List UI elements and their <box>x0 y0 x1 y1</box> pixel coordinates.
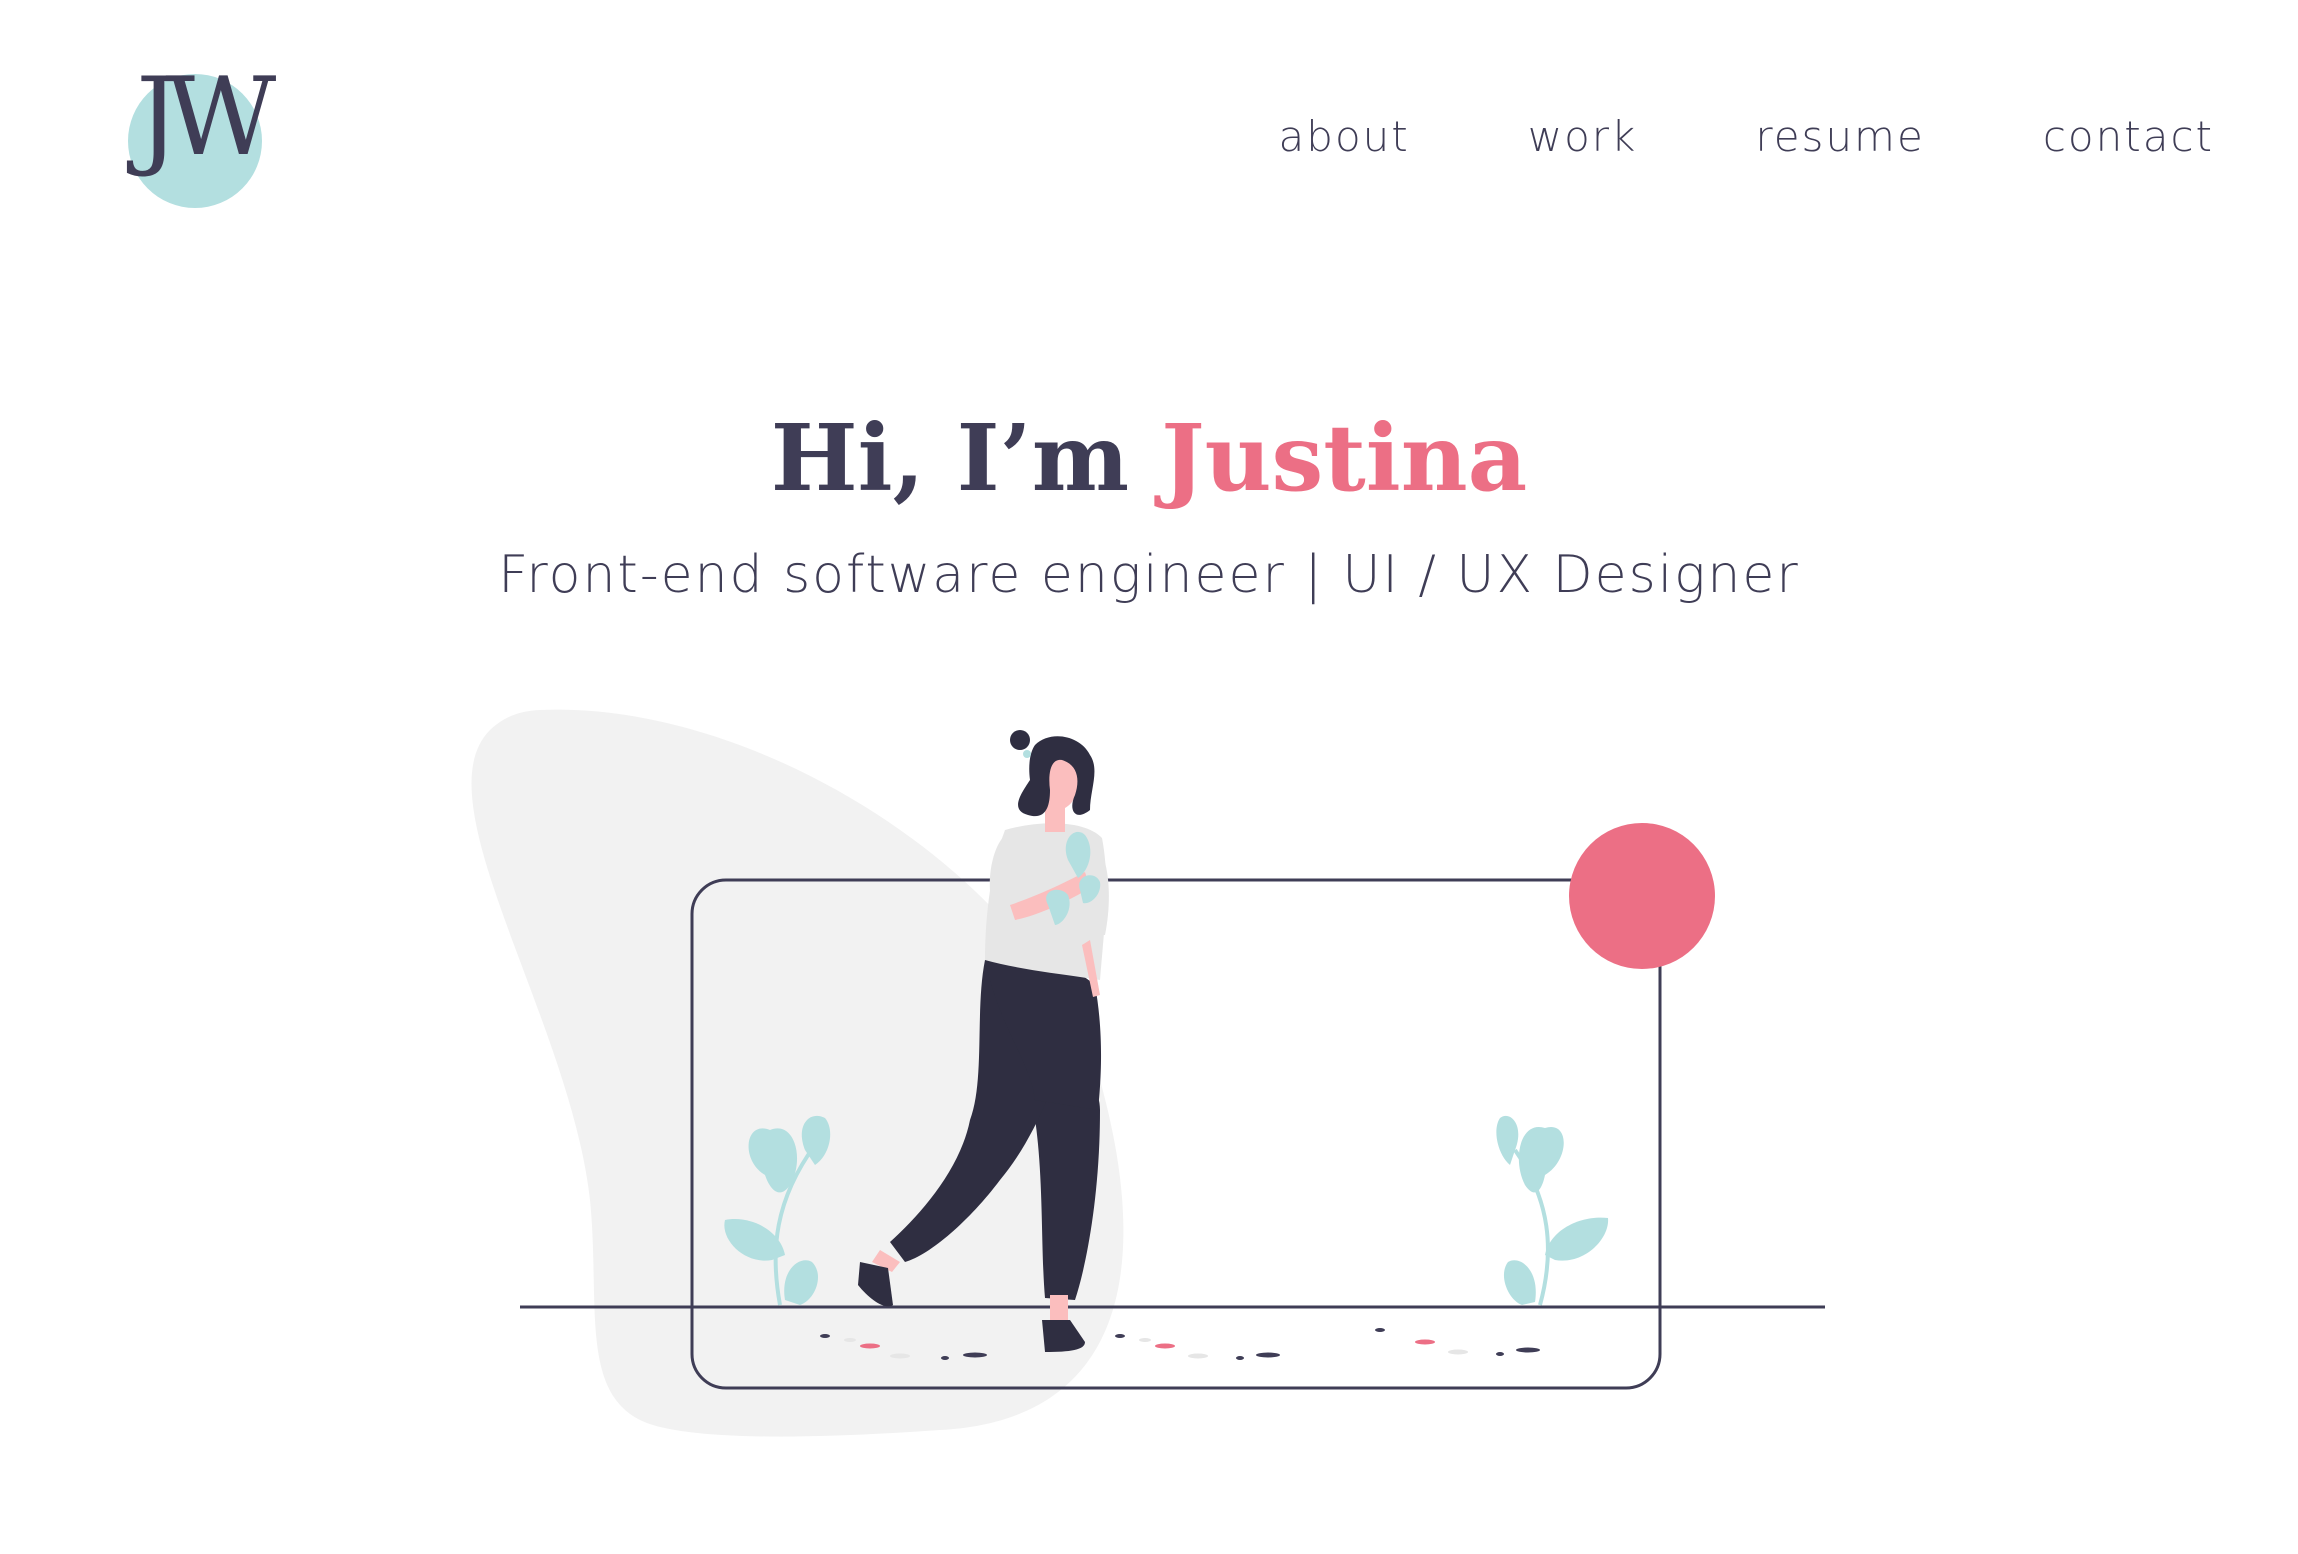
hero-illustration <box>471 709 1825 1437</box>
right-plant-icon <box>1496 1115 1609 1306</box>
pink-sun <box>1569 823 1715 969</box>
